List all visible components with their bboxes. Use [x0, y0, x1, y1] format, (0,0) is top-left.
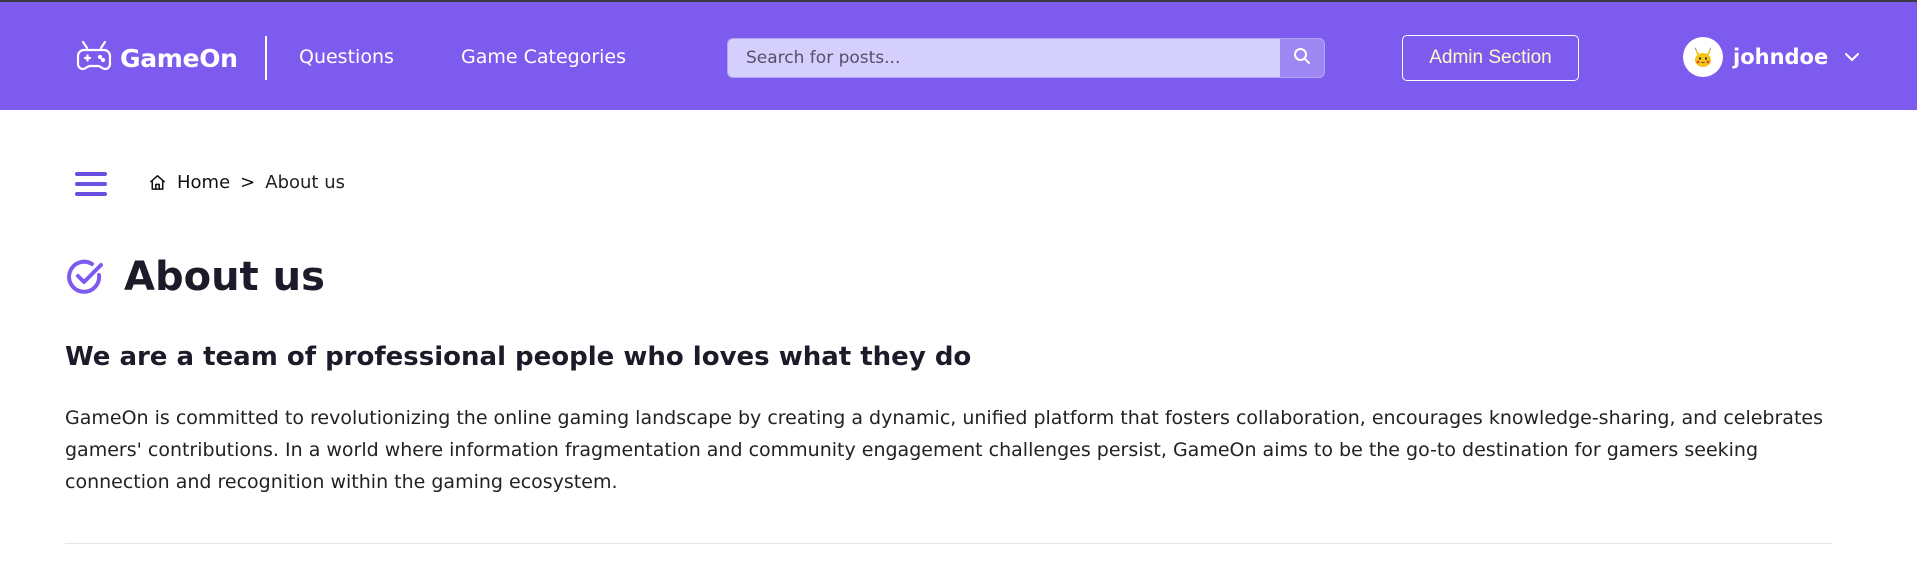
top-navigation-bar: GameOn Questions Game Categories Admin S…: [0, 0, 1917, 110]
pikachu-avatar-icon: [1695, 47, 1711, 67]
search-button[interactable]: [1280, 39, 1324, 77]
nav-game-categories-link[interactable]: Game Categories: [461, 46, 626, 68]
home-icon: [148, 173, 167, 192]
admin-section-button[interactable]: Admin Section: [1402, 35, 1579, 81]
page-title: About us: [124, 254, 325, 300]
user-menu[interactable]: johndoe: [1683, 36, 1860, 78]
logo-text: GameOn: [120, 43, 238, 73]
search-bar: [727, 38, 1325, 78]
header-divider: [265, 36, 267, 80]
logo-link[interactable]: GameOn: [76, 38, 238, 78]
avatar: [1683, 37, 1723, 77]
nav-questions-link[interactable]: Questions: [299, 46, 394, 68]
page-subheading: We are a team of professional people who…: [65, 342, 972, 372]
gamepad-icon: [76, 39, 112, 77]
hamburger-menu-icon[interactable]: [75, 172, 109, 200]
section-divider: [65, 543, 1832, 544]
about-paragraph: GameOn is committed to revolutionizing t…: [65, 407, 1823, 493]
breadcrumb-separator: >: [240, 172, 256, 193]
breadcrumb-current: About us: [265, 172, 345, 193]
username: johndoe: [1733, 45, 1829, 69]
chevron-down-icon: [1844, 52, 1860, 62]
breadcrumb-home-link[interactable]: Home: [177, 172, 230, 193]
check-circle-icon: [66, 258, 104, 296]
breadcrumb: Home > About us: [148, 172, 345, 193]
search-icon: [1293, 47, 1311, 69]
page-title-row: About us: [66, 254, 325, 300]
search-input[interactable]: [728, 39, 1280, 77]
